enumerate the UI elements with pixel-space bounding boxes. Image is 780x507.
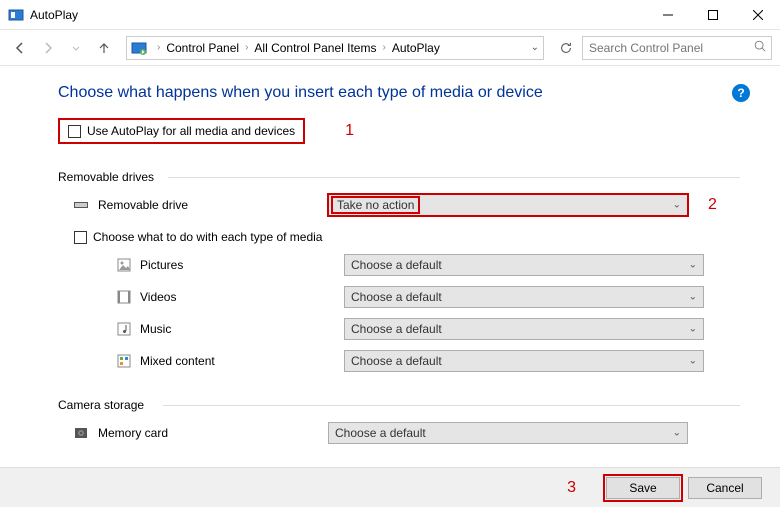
refresh-button[interactable] (554, 36, 578, 60)
chevron-right-icon[interactable]: › (378, 42, 389, 53)
media-types-checkbox[interactable] (74, 231, 87, 244)
chevron-down-icon: ⌄ (689, 356, 697, 367)
breadcrumb-autoplay[interactable]: AutoPlay (390, 41, 442, 55)
removable-drive-combo[interactable]: Take no action ⌄ (328, 194, 688, 216)
removable-drive-label: Removable drive (98, 198, 328, 212)
removable-drive-icon (74, 197, 90, 213)
search-input[interactable] (587, 40, 753, 56)
media-types-label: Choose what to do with each type of medi… (93, 230, 322, 244)
chevron-right-icon[interactable]: › (241, 42, 252, 53)
chevron-down-icon: ⌄ (689, 292, 697, 303)
mixed-content-combo[interactable]: Choose a default ⌄ (344, 350, 704, 372)
up-button[interactable] (92, 36, 116, 60)
chevron-right-icon[interactable]: › (153, 42, 164, 53)
section-removable-drives: Removable drives (58, 170, 740, 184)
memory-card-label: Memory card (98, 426, 328, 440)
pictures-value: Choose a default (351, 258, 442, 272)
mixed-content-icon (116, 353, 132, 369)
mixed-value: Choose a default (351, 354, 442, 368)
title-bar: AutoPlay (0, 0, 780, 30)
address-bar[interactable]: › Control Panel › All Control Panel Item… (126, 36, 544, 60)
videos-label: Videos (140, 290, 344, 304)
annotation-2: 2 (708, 196, 717, 214)
pictures-combo[interactable]: Choose a default ⌄ (344, 254, 704, 276)
window-title: AutoPlay (30, 8, 645, 22)
cancel-button[interactable]: Cancel (688, 477, 762, 499)
videos-combo[interactable]: Choose a default ⌄ (344, 286, 704, 308)
use-autoplay-checkbox[interactable] (68, 125, 81, 138)
content-area: ? Choose what happens when you insert ea… (0, 66, 780, 467)
close-button[interactable] (735, 0, 780, 29)
memory-card-value: Choose a default (335, 426, 426, 440)
search-icon[interactable] (753, 39, 767, 56)
search-box[interactable] (582, 36, 772, 60)
footer-bar: 3 Save Cancel (0, 467, 780, 507)
pictures-icon (116, 257, 132, 273)
use-autoplay-label: Use AutoPlay for all media and devices (87, 124, 295, 138)
videos-value: Choose a default (351, 290, 442, 304)
breadcrumb-all-items[interactable]: All Control Panel Items (252, 41, 378, 55)
chevron-down-icon: ⌄ (689, 324, 697, 335)
back-button[interactable] (8, 36, 32, 60)
page-heading: Choose what happens when you insert each… (58, 84, 740, 102)
removable-drive-value: Take no action (331, 196, 420, 214)
maximize-button[interactable] (690, 0, 735, 29)
memory-card-combo[interactable]: Choose a default ⌄ (328, 422, 688, 444)
annotation-3: 3 (567, 479, 576, 497)
annotation-1: 1 (345, 122, 354, 140)
nav-bar: › Control Panel › All Control Panel Item… (0, 30, 780, 66)
minimize-button[interactable] (645, 0, 690, 29)
chevron-down-icon: ⌄ (673, 200, 681, 211)
music-value: Choose a default (351, 322, 442, 336)
help-icon[interactable]: ? (732, 84, 750, 102)
mixed-content-label: Mixed content (140, 354, 344, 368)
forward-button[interactable] (36, 36, 60, 60)
chevron-down-icon: ⌄ (673, 428, 681, 439)
memory-card-icon (74, 425, 90, 441)
autoplay-app-icon (8, 7, 24, 23)
pictures-label: Pictures (140, 258, 344, 272)
recent-dropdown[interactable] (64, 36, 88, 60)
save-button[interactable]: Save (606, 477, 680, 499)
breadcrumb-control-panel[interactable]: Control Panel (164, 41, 241, 55)
chevron-down-icon: ⌄ (689, 260, 697, 271)
music-combo[interactable]: Choose a default ⌄ (344, 318, 704, 340)
section-camera-storage: Camera storage (58, 398, 740, 412)
address-dropdown-icon[interactable]: ⌄ (531, 42, 539, 53)
videos-icon (116, 289, 132, 305)
annotation-box-1: Use AutoPlay for all media and devices (58, 118, 305, 144)
music-label: Music (140, 322, 344, 336)
music-icon (116, 321, 132, 337)
autoplay-location-icon (131, 40, 147, 56)
